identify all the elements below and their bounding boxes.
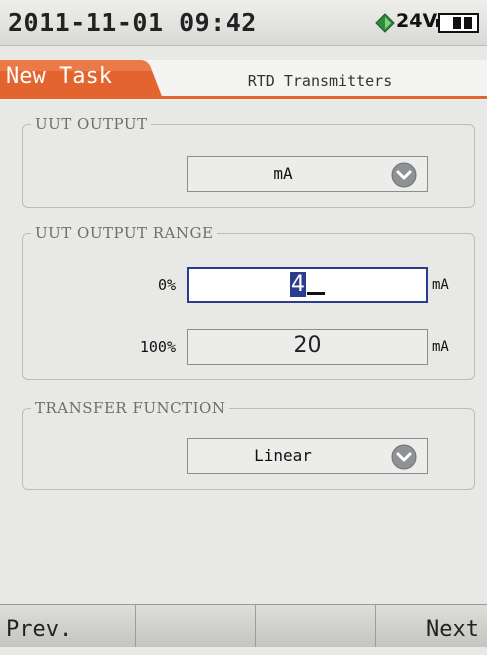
datetime: 2011-11-01 09:42: [8, 8, 257, 37]
chevron-down-icon[interactable]: [391, 162, 417, 188]
group-uut-output-legend: UUT OUTPUT: [31, 115, 152, 133]
range-0-value-wrap: 4: [189, 269, 426, 301]
range-100-input[interactable]: 20: [187, 329, 428, 365]
prev-button[interactable]: Prev.: [0, 605, 136, 647]
softkey-bar: Prev. Next: [0, 604, 487, 647]
tab-underline: [0, 96, 487, 99]
range-0-value: 4: [290, 272, 306, 297]
range-100-value: 20: [293, 333, 322, 358]
range-0-unit: mA: [432, 277, 449, 293]
text-cursor: [307, 292, 325, 295]
voltage-readout: 24V: [396, 10, 438, 32]
status-bar: 2011-11-01 09:42 24V: [0, 0, 487, 46]
range-100-unit: mA: [432, 339, 449, 355]
next-button[interactable]: Next: [376, 605, 487, 647]
prev-button-label: Prev.: [6, 617, 73, 642]
softkey-3[interactable]: [256, 605, 376, 647]
tab-new-task-label: New Task: [6, 64, 112, 89]
group-transfer-function-legend: TRANSFER FUNCTION: [31, 399, 230, 417]
next-button-label: Next: [426, 617, 479, 642]
softkey-2[interactable]: [136, 605, 256, 647]
transfer-function-selected-value: Linear: [254, 446, 312, 465]
transfer-function-select[interactable]: Linear: [187, 438, 428, 474]
battery-icon: [436, 13, 479, 33]
power-icon: [375, 13, 395, 33]
range-100-label: 100%: [139, 338, 176, 356]
group-uut-output-range-legend: UUT OUTPUT RANGE: [31, 224, 218, 242]
uut-output-select[interactable]: mA: [187, 156, 428, 192]
page-title: RTD Transmitters: [247, 72, 393, 90]
chevron-down-icon[interactable]: [391, 444, 417, 470]
uut-output-selected-value: mA: [273, 164, 293, 183]
range-0-label: 0%: [157, 276, 176, 294]
range-0-input[interactable]: 4: [187, 267, 428, 303]
